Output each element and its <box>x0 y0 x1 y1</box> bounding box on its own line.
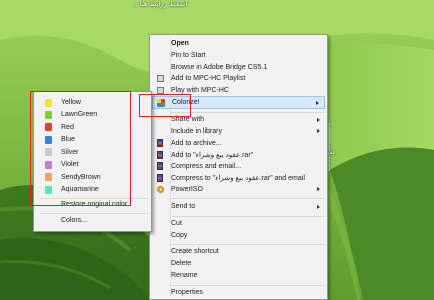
winrar-icon <box>156 173 164 182</box>
menu-item-label: Open <box>171 40 189 48</box>
menu-item-cut[interactable]: Cut <box>152 218 325 230</box>
menu-separator <box>171 112 324 113</box>
submenu-arrow-icon <box>317 117 320 122</box>
winrar-icon <box>156 150 164 159</box>
menu-item-label: Delete <box>171 260 192 268</box>
menu-item-label: Create shortcut <box>171 248 219 256</box>
menu-item-label: Include in library <box>171 127 222 135</box>
submenu-arrow-icon <box>317 129 320 134</box>
menu-item-properties[interactable]: Properties <box>152 287 325 299</box>
submenu-arrow-icon <box>317 204 320 209</box>
mpc-hc-icon <box>156 75 164 83</box>
annotation-box-colorize <box>139 94 191 117</box>
winrar-icon <box>156 139 164 148</box>
menu-separator <box>171 244 324 245</box>
menu-item-create-shortcut[interactable]: Create shortcut <box>152 246 325 258</box>
menu-item-copy[interactable]: Copy <box>152 230 325 242</box>
menu-item-label: Copy <box>171 232 188 240</box>
submenu-arrow-icon <box>316 100 319 105</box>
file-context-menu: Open Pin to Start Browse in Adobe Bridge… <box>149 34 328 300</box>
submenu-arrow-icon <box>317 187 320 192</box>
menu-item-label: Play with MPC-HC <box>171 86 229 94</box>
annotation-box-color-list <box>30 91 131 206</box>
menu-item-browse-adobe-bridge[interactable]: Browse in Adobe Bridge CS5.1 <box>152 62 325 74</box>
menu-item-label: Cut <box>171 220 182 228</box>
menu-item-label: Share with <box>171 116 205 124</box>
menu-item-send-to[interactable]: Send to <box>152 201 325 213</box>
menu-item-poweriso[interactable]: PowerISO <box>152 184 325 196</box>
menu-item-rename[interactable]: Rename <box>152 270 325 282</box>
menu-item-include-in-library[interactable]: Include in library <box>152 126 325 138</box>
menu-item-label: Compress and email... <box>171 162 242 170</box>
menu-item-label: Properties <box>171 289 203 297</box>
menu-item-label: Rename <box>171 272 198 280</box>
menu-separator <box>171 198 324 199</box>
menu-separator <box>40 213 148 214</box>
menu-item-label: Add to archive... <box>171 139 222 147</box>
menu-item-compress-to-rar-and-email[interactable]: Compress to "عقود بيع وشراء.rar" and ema… <box>152 172 325 184</box>
menu-item-colors[interactable]: Colors... <box>36 215 149 227</box>
winrar-icon <box>156 162 164 171</box>
menu-item-label: Colors... <box>61 217 88 225</box>
desktop-top-text: ...اضغط زرابط هنا <box>133 0 188 8</box>
menu-separator <box>171 216 324 217</box>
menu-item-add-to-archive[interactable]: Add to archive... <box>152 138 325 150</box>
menu-item-label: Browse in Adobe Bridge CS5.1 <box>171 63 268 71</box>
menu-item-add-to-rar[interactable]: Add to "عقود بيع وشراء.rar" <box>152 149 325 161</box>
menu-item-label: PowerISO <box>171 185 203 193</box>
menu-item-label: Compress to "عقود بيع وشراء.rar" and ema… <box>171 174 305 182</box>
menu-separator <box>171 285 324 286</box>
poweriso-icon <box>156 185 164 193</box>
menu-item-label: Pin to Start <box>171 52 206 60</box>
menu-item-label: Send to <box>171 203 196 211</box>
menu-item-delete[interactable]: Delete <box>152 258 325 270</box>
menu-item-open[interactable]: Open <box>152 38 325 50</box>
menu-item-compress-and-email[interactable]: Compress and email... <box>152 161 325 173</box>
menu-item-add-to-mpc-playlist[interactable]: Add to MPC-HC Playlist <box>152 73 325 85</box>
menu-item-label: Add to MPC-HC Playlist <box>171 75 246 83</box>
menu-item-pin-to-start[interactable]: Pin to Start <box>152 50 325 62</box>
menu-item-label: Add to "عقود بيع وشراء.rar" <box>171 151 254 159</box>
